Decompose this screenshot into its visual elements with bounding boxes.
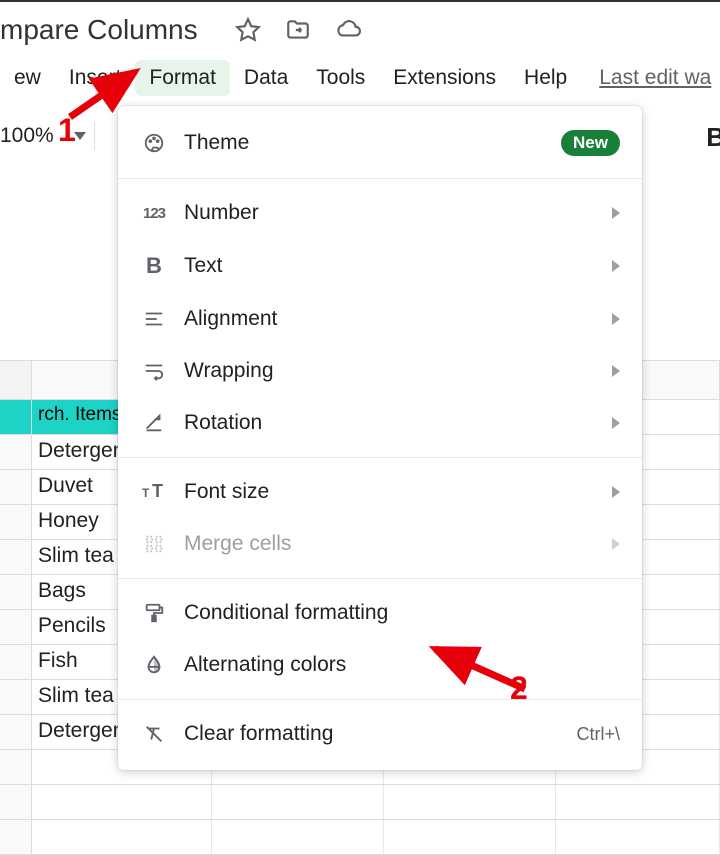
- zoom-level[interactable]: 100%: [0, 124, 54, 148]
- menu-extensions[interactable]: Extensions: [379, 60, 510, 96]
- row-header[interactable]: [0, 505, 32, 539]
- bold-button[interactable]: B: [706, 122, 720, 153]
- svg-text:T: T: [142, 486, 150, 500]
- row-header[interactable]: [0, 470, 32, 504]
- menu-view[interactable]: ew: [0, 60, 55, 96]
- chevron-right-icon: [612, 365, 620, 377]
- rotation-icon: [140, 412, 168, 434]
- fontsize-icon: TT: [140, 481, 168, 503]
- menu-rotation[interactable]: Rotation: [118, 397, 642, 449]
- menu-label: Clear formatting: [184, 722, 576, 746]
- wrap-icon: [140, 360, 168, 382]
- chevron-right-icon: [612, 486, 620, 498]
- chevron-right-icon: [612, 313, 620, 325]
- corner-cell[interactable]: [0, 361, 32, 399]
- row-header[interactable]: [0, 820, 32, 854]
- menu-separator: [118, 178, 642, 179]
- menu-label: Text: [184, 254, 602, 278]
- chevron-down-icon[interactable]: [74, 130, 86, 142]
- cell[interactable]: [32, 785, 212, 819]
- droplet-icon: [140, 654, 168, 676]
- menu-label: Font size: [184, 480, 602, 504]
- row-header[interactable]: [0, 435, 32, 469]
- menu-label: Alternating colors: [184, 653, 620, 677]
- align-icon: [140, 308, 168, 330]
- new-badge: New: [561, 130, 620, 156]
- shortcut-label: Ctrl+\: [576, 724, 620, 745]
- number-icon: 123: [140, 205, 168, 222]
- cell[interactable]: [384, 820, 556, 854]
- menu-bar: ew Insert Format Data Tools Extensions H…: [0, 52, 720, 104]
- menu-label: Number: [184, 201, 602, 225]
- row-header[interactable]: [0, 750, 32, 784]
- chevron-right-icon: [612, 260, 620, 272]
- menu-label: Alignment: [184, 307, 602, 331]
- menu-label: Conditional formatting: [184, 601, 620, 625]
- last-edit-link[interactable]: Last edit wa: [599, 66, 711, 90]
- toolbar-separator: [94, 122, 95, 150]
- row-header[interactable]: [0, 610, 32, 644]
- cell[interactable]: [556, 820, 720, 854]
- row-header[interactable]: [0, 680, 32, 714]
- menu-theme[interactable]: Theme New: [118, 116, 642, 170]
- row-header[interactable]: [0, 400, 32, 434]
- menu-label: Rotation: [184, 411, 602, 435]
- cloud-status-icon[interactable]: [335, 17, 361, 43]
- menu-data[interactable]: Data: [230, 60, 302, 96]
- merge-icon: [140, 533, 168, 555]
- cell[interactable]: [212, 820, 384, 854]
- move-folder-icon[interactable]: [285, 17, 311, 43]
- menu-alignment[interactable]: Alignment: [118, 293, 642, 345]
- menu-clear-formatting[interactable]: Clear formatting Ctrl+\: [118, 708, 642, 760]
- menu-insert[interactable]: Insert: [55, 60, 136, 96]
- palette-icon: [140, 132, 168, 154]
- paint-roller-icon: [140, 602, 168, 624]
- row-header[interactable]: [0, 645, 32, 679]
- chevron-right-icon: [612, 417, 620, 429]
- menu-number[interactable]: 123 Number: [118, 187, 642, 239]
- menu-wrapping[interactable]: Wrapping: [118, 345, 642, 397]
- cell[interactable]: [212, 785, 384, 819]
- menu-merge-cells: Merge cells: [118, 518, 642, 570]
- star-icon[interactable]: [235, 17, 261, 43]
- svg-text:T: T: [152, 481, 163, 501]
- menu-separator: [118, 699, 642, 700]
- menu-text[interactable]: B Text: [118, 239, 642, 293]
- table-row[interactable]: [0, 785, 720, 820]
- menu-separator: [118, 457, 642, 458]
- document-title[interactable]: mpare Columns: [0, 14, 198, 46]
- cell[interactable]: [384, 785, 556, 819]
- chevron-right-icon: [612, 207, 620, 219]
- row-header[interactable]: [0, 540, 32, 574]
- menu-help[interactable]: Help: [510, 60, 581, 96]
- clear-format-icon: [140, 723, 168, 745]
- cell[interactable]: [32, 820, 212, 854]
- menu-format[interactable]: Format: [135, 60, 230, 96]
- table-row[interactable]: [0, 820, 720, 855]
- menu-label: Wrapping: [184, 359, 602, 383]
- menu-label: Merge cells: [184, 532, 602, 556]
- cell[interactable]: [556, 785, 720, 819]
- menu-fontsize[interactable]: TT Font size: [118, 466, 642, 518]
- bold-icon: B: [140, 253, 168, 279]
- row-header[interactable]: [0, 785, 32, 819]
- menu-conditional-formatting[interactable]: Conditional formatting: [118, 587, 642, 639]
- menu-separator: [118, 578, 642, 579]
- row-header[interactable]: [0, 575, 32, 609]
- menu-label: Theme: [184, 131, 561, 155]
- menu-tools[interactable]: Tools: [302, 60, 379, 96]
- row-header[interactable]: [0, 715, 32, 749]
- format-dropdown: Theme New 123 Number B Text Alignment Wr…: [118, 106, 642, 770]
- chevron-right-icon: [612, 538, 620, 550]
- menu-alternating-colors[interactable]: Alternating colors: [118, 639, 642, 691]
- title-bar: mpare Columns: [0, 2, 720, 52]
